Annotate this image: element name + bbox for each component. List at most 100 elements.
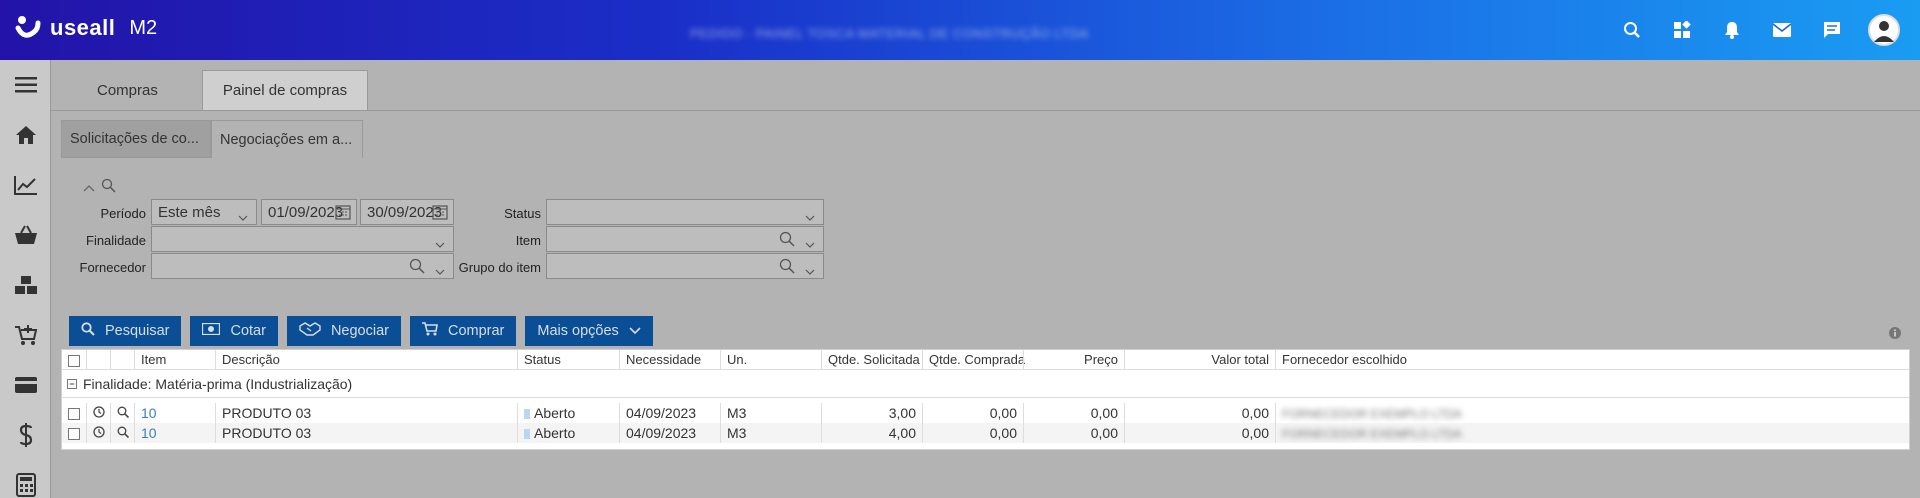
comprar-button[interactable]: Comprar [409, 316, 517, 346]
finalidade-label: Finalidade [86, 233, 146, 248]
logo[interactable]: useall M2 [14, 14, 157, 42]
item-select[interactable] [546, 226, 824, 252]
finalidade-select[interactable] [151, 226, 454, 252]
col-preco[interactable]: Preço [1023, 350, 1124, 370]
calendar-icon[interactable] [335, 204, 351, 224]
clock-icon[interactable] [86, 423, 110, 443]
cart-add-icon[interactable] [0, 310, 51, 360]
grupo-item-label: Grupo do item [458, 260, 541, 275]
fornecedor-cell: FORNECEDOR EXEMPLO LTDA [1275, 403, 1911, 423]
money-icon [202, 322, 221, 339]
col-qtde-solicitada[interactable]: Qtde. Solicitada [821, 350, 922, 370]
col-qtde-comprada[interactable]: Qtde. Comprada [922, 350, 1025, 370]
descricao-cell: PRODUTO 03 [215, 403, 517, 423]
mail-icon[interactable] [1768, 16, 1796, 44]
grupo-item-select[interactable] [546, 253, 824, 279]
tab-solicitacoes[interactable]: Solicitações de co... [61, 120, 211, 158]
necessidade-cell: 04/09/2023 [619, 403, 720, 423]
col-descricao[interactable]: Descrição [215, 350, 517, 370]
cart-icon [421, 322, 438, 340]
search-icon[interactable] [1618, 16, 1646, 44]
valor-total-cell: 0,00 [1124, 403, 1275, 423]
col-valor-total[interactable]: Valor total [1124, 350, 1275, 370]
row-checkbox[interactable] [62, 423, 86, 443]
basket-icon[interactable] [0, 210, 51, 260]
chevron-down-icon [435, 235, 445, 252]
col-item[interactable]: Item [134, 350, 215, 370]
dollar-icon[interactable] [0, 410, 51, 460]
tab-negociacoes[interactable]: Negociações em a... [211, 120, 363, 158]
periodo-select[interactable]: Este mês [151, 199, 257, 225]
chat-icon[interactable] [1818, 16, 1846, 44]
table-row[interactable]: 10 PRODUTO 03 Aberto 04/09/2023 M3 4,00 … [62, 423, 1909, 443]
tab-compras[interactable]: Compras [51, 70, 178, 110]
search-icon[interactable] [110, 403, 134, 423]
cotar-label: Cotar [230, 323, 266, 339]
date-to-input[interactable]: 30/09/2023 [360, 199, 454, 225]
preco-cell: 0,00 [1023, 423, 1124, 443]
negociar-button[interactable]: Negociar [286, 316, 401, 346]
calculator-icon[interactable] [0, 460, 51, 498]
apps-icon[interactable] [1668, 16, 1696, 44]
info-icon[interactable] [1889, 326, 1901, 343]
qtde-comprada-cell: 0,00 [922, 403, 1023, 423]
calendar-icon[interactable] [432, 204, 448, 224]
chart-icon[interactable] [0, 160, 51, 210]
status-label: Status [504, 206, 541, 221]
col-un[interactable]: Un. [720, 350, 821, 370]
mais-opcoes-button[interactable]: Mais opções [525, 316, 653, 346]
boxes-icon[interactable] [0, 260, 51, 310]
clock-icon[interactable] [86, 403, 110, 423]
descricao-cell: PRODUTO 03 [215, 423, 517, 443]
chevron-down-icon [238, 208, 248, 225]
avatar[interactable] [1868, 14, 1900, 46]
bell-icon[interactable] [1718, 16, 1746, 44]
periodo-label: Período [100, 206, 146, 221]
qtde-solicitada-cell: 4,00 [821, 423, 922, 443]
chevron-down-icon [805, 235, 815, 252]
logo-suffix: M2 [129, 16, 158, 39]
status-select[interactable] [546, 199, 824, 225]
date-to-value: 30/09/2023 [367, 203, 443, 221]
date-from-input[interactable]: 01/09/2023 [261, 199, 357, 225]
main-tabs: Compras Painel de compras [51, 70, 369, 110]
search-icon[interactable] [779, 258, 795, 278]
search-icon[interactable] [110, 423, 134, 443]
pesquisar-button[interactable]: Pesquisar [69, 316, 182, 346]
fornecedor-select[interactable] [151, 253, 454, 279]
periodo-value: Este mês [158, 203, 221, 221]
home-icon[interactable] [0, 110, 51, 160]
item-link[interactable]: 10 [134, 403, 215, 423]
table-row[interactable]: 10 PRODUTO 03 Aberto 04/09/2023 M3 3,00 … [62, 403, 1909, 423]
negociacoes-grid: Item Descrição Status Necessidade Un. Qt… [61, 349, 1910, 450]
menu-icon[interactable] [0, 60, 51, 110]
fornecedor-label: Fornecedor [79, 260, 146, 275]
preco-cell: 0,00 [1023, 403, 1124, 423]
necessidade-cell: 04/09/2023 [619, 423, 720, 443]
search-icon[interactable] [101, 178, 116, 197]
status-cell: Aberto [517, 423, 619, 443]
select-all-checkbox[interactable] [62, 350, 86, 370]
col-necessidade[interactable]: Necessidade [619, 350, 720, 370]
search-icon[interactable] [409, 258, 425, 278]
col-status[interactable]: Status [517, 350, 619, 370]
negociar-label: Negociar [330, 323, 389, 339]
fornecedor-cell: FORNECEDOR EXEMPLO LTDA [1275, 423, 1911, 443]
pesquisar-label: Pesquisar [105, 323, 170, 339]
row-checkbox[interactable] [62, 403, 86, 423]
search-icon [81, 322, 95, 340]
header-spacer [110, 350, 134, 370]
tab-painel-de-compras[interactable]: Painel de compras [201, 70, 369, 110]
handshake-icon [299, 322, 321, 340]
collapse-icon[interactable] [67, 376, 77, 392]
cotar-button[interactable]: Cotar [190, 316, 278, 346]
item-link[interactable]: 10 [134, 423, 215, 443]
col-fornecedor[interactable]: Fornecedor escolhido [1275, 350, 1911, 370]
card-icon[interactable] [0, 360, 51, 410]
search-icon[interactable] [779, 231, 795, 251]
logo-text: useall [50, 15, 116, 40]
group-row[interactable]: Finalidade: Matéria-prima (Industrializa… [62, 371, 1909, 398]
sidebar [0, 60, 51, 498]
comprar-label: Comprar [447, 323, 505, 339]
chevron-up-icon[interactable] [83, 179, 95, 196]
